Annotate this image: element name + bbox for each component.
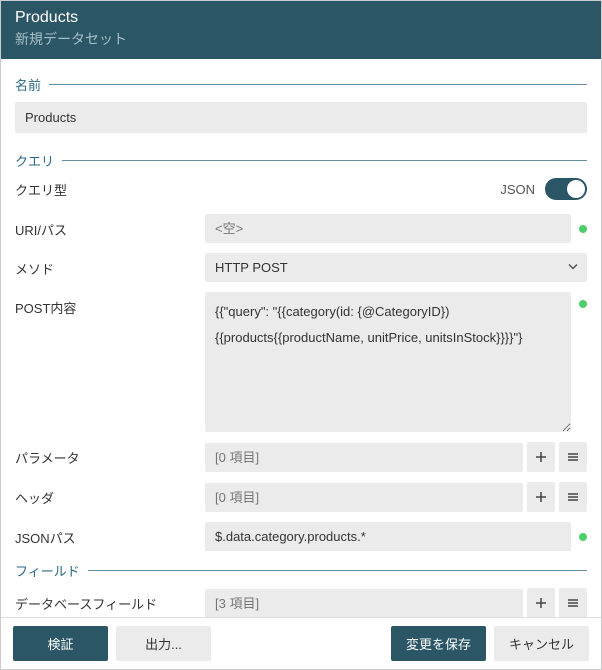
cancel-button[interactable]: キャンセル (494, 626, 589, 661)
json-path-label: JSONパス (15, 522, 205, 547)
status-dot-icon (579, 533, 587, 541)
db-fields-add-button[interactable] (527, 588, 555, 617)
json-path-input[interactable] (205, 522, 571, 551)
query-type-label: クエリ型 (15, 180, 67, 199)
validate-button[interactable]: 検証 (13, 626, 108, 661)
method-label: メソド (15, 253, 205, 278)
status-dot-icon (579, 300, 587, 308)
uri-path-label: URI/パス (15, 214, 205, 239)
status-dot-icon (579, 225, 587, 233)
section-query: クエリ (15, 151, 587, 170)
name-input[interactable] (15, 102, 587, 133)
dialog-content: 名前 クエリ クエリ型 JSON URI/パス メソド HTTP POST (1, 59, 601, 617)
headers-input[interactable] (205, 483, 523, 512)
post-content-textarea[interactable]: {{"query": "{{category(id: {@CategoryID}… (205, 292, 571, 432)
section-name: 名前 (15, 75, 587, 94)
parameters-add-button[interactable] (527, 442, 555, 472)
section-query-label: クエリ (15, 151, 54, 170)
dialog-subtitle: 新規データセット (15, 29, 587, 49)
headers-menu-button[interactable] (559, 482, 587, 512)
section-fields-label: フィールド (15, 561, 80, 580)
parameters-menu-button[interactable] (559, 442, 587, 472)
save-button[interactable]: 変更を保存 (391, 626, 486, 661)
headers-add-button[interactable] (527, 482, 555, 512)
headers-label: ヘッダ (15, 482, 205, 507)
section-name-label: 名前 (15, 75, 41, 94)
parameters-label: パラメータ (15, 442, 205, 467)
post-content-label: POST内容 (15, 292, 205, 317)
section-fields: フィールド (15, 561, 587, 580)
query-type-value: JSON (500, 182, 535, 197)
output-button[interactable]: 出力... (116, 626, 211, 661)
uri-path-input[interactable] (205, 214, 571, 243)
parameters-input[interactable] (205, 443, 523, 472)
dialog-footer: 検証 出力... 変更を保存 キャンセル (1, 617, 601, 669)
db-fields-input[interactable] (205, 589, 523, 618)
query-type-toggle[interactable] (545, 178, 587, 200)
db-fields-label: データベースフィールド (15, 588, 205, 613)
dialog-header: Products 新規データセット (1, 1, 601, 59)
method-select[interactable]: HTTP POST (205, 253, 587, 282)
dialog-title: Products (15, 9, 587, 27)
db-fields-menu-button[interactable] (559, 588, 587, 617)
